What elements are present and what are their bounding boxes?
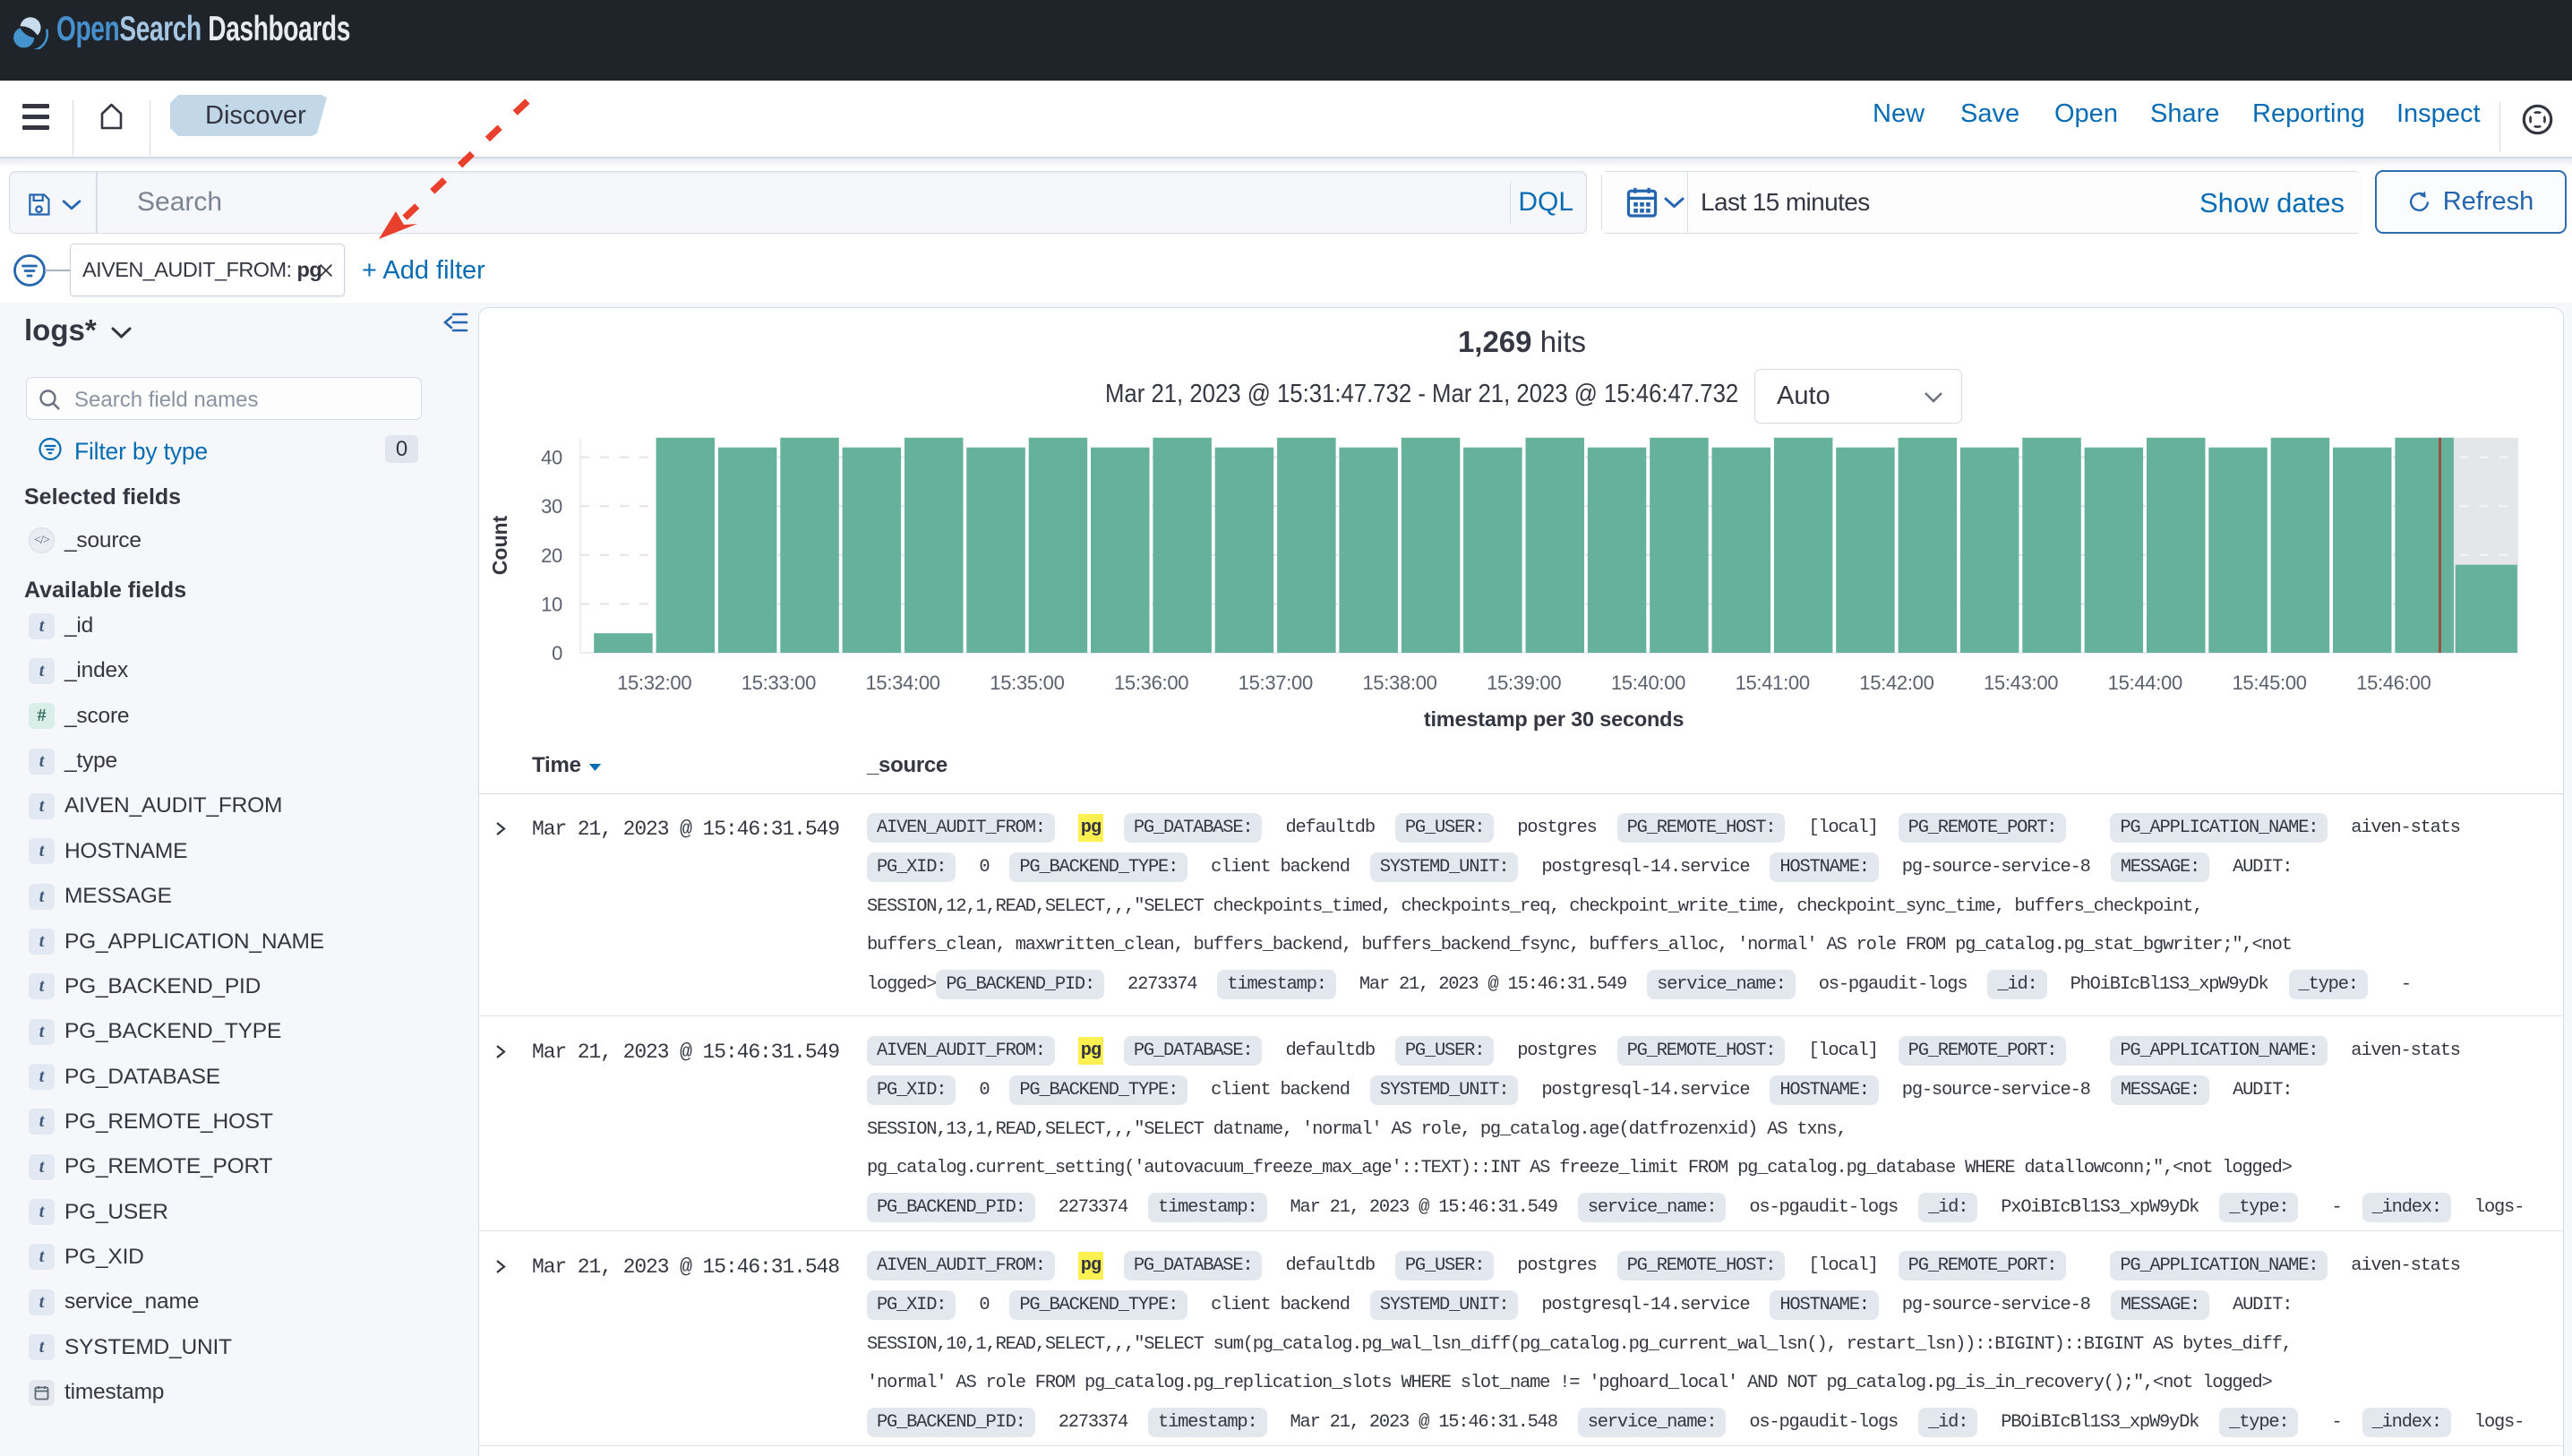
- svg-text:15:42:00: 15:42:00: [1859, 672, 1933, 694]
- svg-text:15:34:00: 15:34:00: [865, 672, 939, 694]
- svg-text:15:43:00: 15:43:00: [1984, 672, 2058, 694]
- svg-text:15:38:00: 15:38:00: [1362, 672, 1436, 694]
- svg-text:15:36:00: 15:36:00: [1114, 672, 1188, 694]
- svg-text:0: 0: [552, 642, 562, 664]
- svg-text:15:35:00: 15:35:00: [990, 672, 1064, 694]
- svg-text:20: 20: [541, 544, 562, 567]
- svg-text:15:39:00: 15:39:00: [1487, 672, 1561, 694]
- svg-text:10: 10: [541, 593, 562, 615]
- svg-text:40: 40: [541, 447, 562, 469]
- svg-text:15:33:00: 15:33:00: [742, 672, 816, 694]
- svg-text:Count: Count: [488, 515, 511, 575]
- svg-text:timestamp per 30 seconds: timestamp per 30 seconds: [1424, 707, 1685, 731]
- svg-text:15:37:00: 15:37:00: [1239, 672, 1313, 694]
- svg-text:15:46:00: 15:46:00: [2356, 672, 2431, 694]
- svg-text:15:41:00: 15:41:00: [1736, 672, 1810, 694]
- svg-text:30: 30: [541, 495, 562, 518]
- svg-text:15:32:00: 15:32:00: [617, 672, 691, 694]
- svg-text:15:40:00: 15:40:00: [1611, 672, 1685, 694]
- svg-text:15:45:00: 15:45:00: [2232, 672, 2306, 694]
- svg-text:15:44:00: 15:44:00: [2108, 672, 2182, 694]
